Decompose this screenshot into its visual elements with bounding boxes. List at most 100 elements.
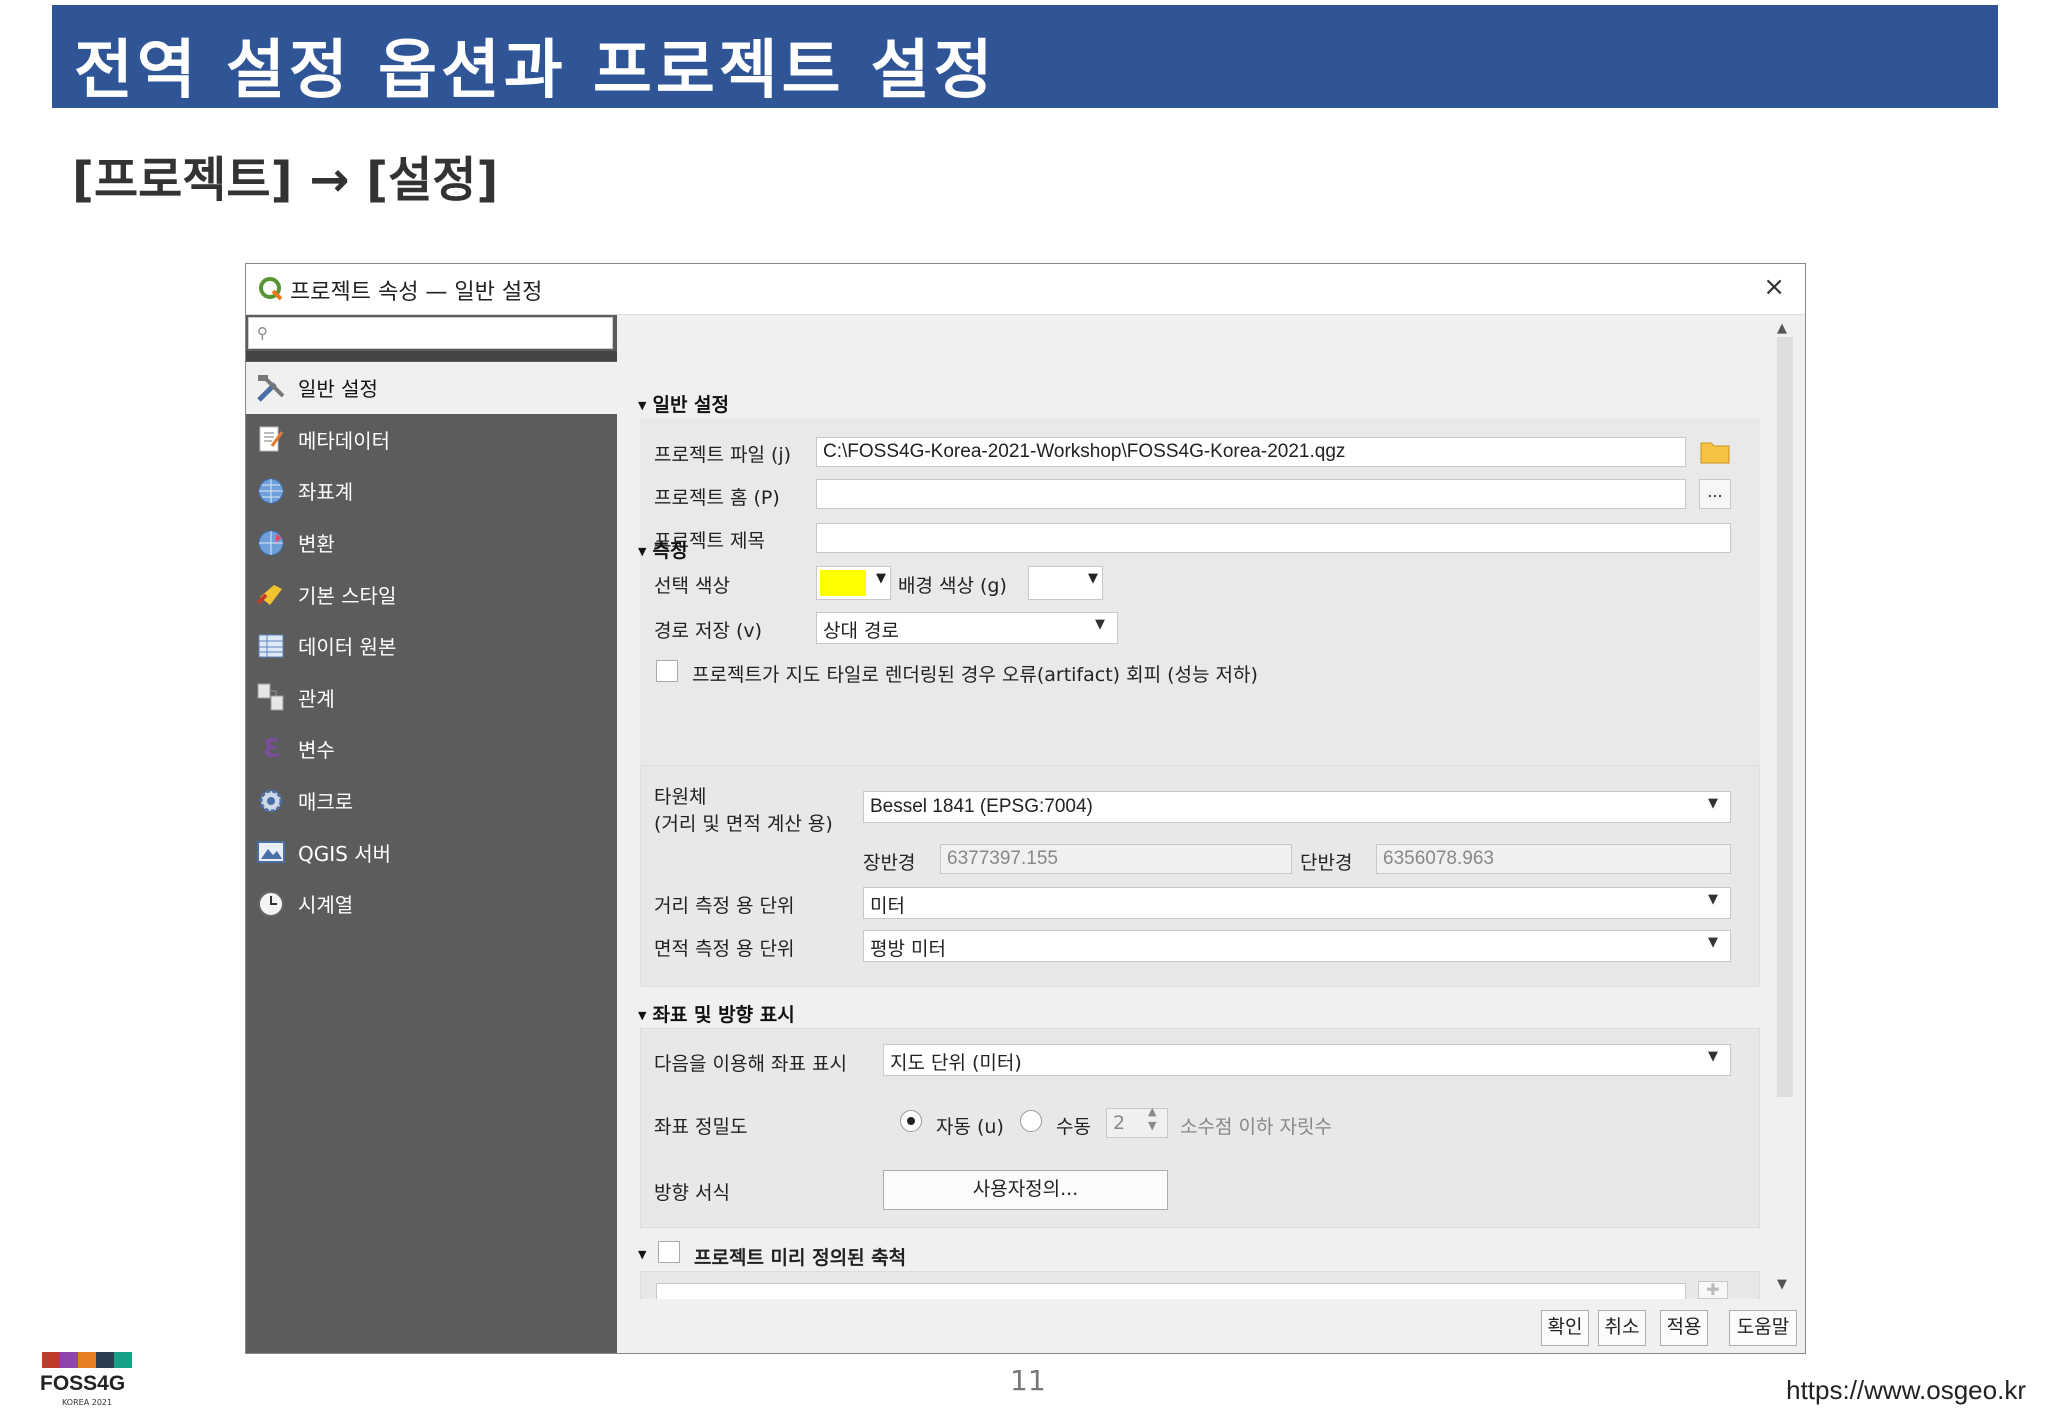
chevron-down-icon: ▼ [1708,935,1718,950]
avoid-artifacts-checkbox[interactable] [656,660,678,682]
collapse-arrow-icon: ▼ [638,1248,647,1261]
sidebar-item-general[interactable]: 일반 설정 [246,362,617,414]
slide-title-banner: 전역 설정 옵션과 프로젝트 설정 [52,5,1998,108]
area-units-label: 면적 측정 용 단위 [654,938,795,960]
relations-icon [254,680,288,714]
spin-arrows-icon[interactable]: ▲ ▼ [1148,1105,1156,1133]
apply-button[interactable]: 적용 [1660,1310,1708,1346]
help-button[interactable]: 도움말 [1729,1310,1797,1346]
sidebar-item-temporal[interactable]: 시계열 [246,878,617,930]
sidebar-item-crs[interactable]: 좌표계 [246,465,617,517]
bearing-format-label: 방향 서식 [654,1182,730,1204]
paint-brush-icon [254,577,288,611]
sidebar-item-transform[interactable]: 변환 [246,517,617,569]
collapse-arrow-icon: ▼ [638,399,647,412]
tools-icon [254,371,288,405]
precision-spinbox[interactable]: 2 [1106,1108,1168,1138]
selection-color-swatch [820,570,866,596]
precision-auto-radio[interactable] [900,1110,922,1132]
gear-icon [254,784,288,818]
logo-subtext: KOREA 2021 [62,1398,113,1407]
metadata-icon [254,422,288,456]
sidebar-item-default-styles[interactable]: 기본 스타일 [246,568,617,620]
avoid-artifacts-label: 프로젝트가 지도 타일로 렌더링된 경우 오류(artifact) 회피 (성능… [692,664,1258,686]
sidebar: ⚲ 일반 설정 메타데이터 좌표계 변환 기본 스타일 데이터 원본 관계 ℇ … [246,315,617,1353]
foss4g-logo: FOSS4G KOREA 2021 [36,1350,136,1410]
semi-minor-label: 단반경 [1300,852,1353,874]
scrollbar-thumb[interactable] [1777,337,1793,1097]
measure-section-header[interactable]: ▼ 측정 [638,536,687,563]
folder-icon[interactable] [1700,437,1730,469]
custom-bearing-button[interactable]: 사용자정의... [883,1170,1168,1210]
project-properties-dialog: 프로젝트 속성 — 일반 설정 × ⚲ 일반 설정 메타데이터 좌표계 변환 기… [245,263,1806,1354]
precision-auto-label: 자동 (u) [936,1116,1004,1138]
sidebar-item-macros[interactable]: 매크로 [246,775,617,827]
coordinate-display-label: 다음을 이용해 좌표 표시 [654,1053,847,1075]
close-icon[interactable]: × [1763,272,1785,302]
area-units-combo[interactable]: 평방 미터 ▼ [863,930,1731,962]
distance-units-combo[interactable]: 미터 ▼ [863,887,1731,919]
search-icon: ⚲ [257,324,268,342]
background-color-button[interactable]: ▼ [1028,566,1103,600]
logo-color-bars [42,1352,132,1368]
precision-label: 좌표 정밀도 [654,1116,748,1138]
slide-title: 전역 설정 옵션과 프로젝트 설정 [74,34,997,108]
scales-label: 프로젝트 미리 정의된 축척 [694,1247,907,1269]
scroll-up-icon[interactable]: ▲ [1777,321,1787,336]
slide-subtitle: [프로젝트] → [설정] [72,152,499,208]
sidebar-item-data-sources[interactable]: 데이터 원본 [246,620,617,672]
project-home-field[interactable] [816,479,1686,509]
sidebar-item-metadata[interactable]: 메타데이터 [246,414,617,466]
save-paths-label: 경로 저장 (v) [654,620,763,642]
scroll-down-icon[interactable]: ▼ [1777,1277,1787,1292]
ok-button[interactable]: 확인 [1541,1310,1589,1346]
chevron-down-icon: ▼ [1708,892,1718,907]
qgis-logo-icon [259,277,283,301]
logo-text: FOSS4G [40,1372,126,1395]
scales-list[interactable] [656,1283,1686,1299]
page-number: 11 [1010,1364,1046,1397]
semi-major-label: 장반경 [863,852,916,874]
selection-color-label: 선택 색상 [654,575,730,597]
selection-color-button[interactable]: ▼ [816,566,891,600]
decimal-places-label: 소수점 이하 자릿수 [1180,1116,1332,1138]
semi-minor-field[interactable]: 6356078.963 [1376,844,1731,874]
sidebar-item-relations[interactable]: 관계 [246,672,617,724]
background-color-label: 배경 색상 (g) [898,575,1007,597]
coordinate-section-header[interactable]: ▼ 좌표 및 방향 표시 [638,1000,795,1027]
project-file-field[interactable]: C:\FOSS4G-Korea-2021-Workshop\FOSS4G-Kor… [816,437,1686,467]
transform-globe-icon [254,526,288,560]
variable-icon: ℇ [263,733,279,764]
scales-section-header[interactable]: ▼ [638,1243,652,1265]
browse-button[interactable]: ... [1699,479,1731,509]
precision-manual-radio[interactable] [1020,1110,1042,1132]
dialog-title: 프로젝트 속성 — 일반 설정 [290,280,543,305]
semi-major-field[interactable]: 6377397.155 [940,844,1292,874]
collapse-arrow-icon: ▼ [638,1009,647,1022]
content-scrollbar[interactable]: ▲ ▼ [1773,315,1797,1299]
ellipsoid-label: 타원체 [654,786,707,808]
project-file-label: 프로젝트 파일 (j) [654,444,792,466]
save-paths-combo[interactable]: 상대 경로 ▼ [816,612,1118,644]
project-home-label: 프로젝트 홈 (P) [654,487,780,509]
sidebar-item-qgis-server[interactable]: QGIS 서버 [246,826,617,878]
general-section-header[interactable]: ▼ 일반 설정 [638,390,729,417]
chevron-down-icon: ▼ [876,571,886,586]
add-scale-icon[interactable]: ✚ [1698,1281,1728,1299]
settings-content: ▼ 일반 설정 프로젝트 파일 (j) C:\FOSS4G-Korea-2021-… [618,315,1771,1299]
scales-checkbox[interactable] [658,1241,680,1263]
footer-url: https://www.osgeo.kr [1786,1375,2026,1405]
chevron-down-icon: ▼ [1095,617,1105,632]
sidebar-divider [246,351,617,361]
table-icon [254,629,288,663]
project-title-field[interactable] [816,523,1731,553]
coordinate-display-combo[interactable]: 지도 단위 (미터) ▼ [883,1044,1731,1076]
chevron-down-icon: ▼ [1088,571,1098,586]
clock-icon [254,887,288,921]
globe-icon [254,474,288,508]
search-input[interactable]: ⚲ [248,317,613,349]
ellipsoid-combo[interactable]: Bessel 1841 (EPSG:7004) ▼ [863,791,1731,823]
cancel-button[interactable]: 취소 [1598,1310,1646,1346]
sidebar-item-variables[interactable]: ℇ 변수 [246,723,617,775]
background-color-swatch [1032,570,1078,596]
